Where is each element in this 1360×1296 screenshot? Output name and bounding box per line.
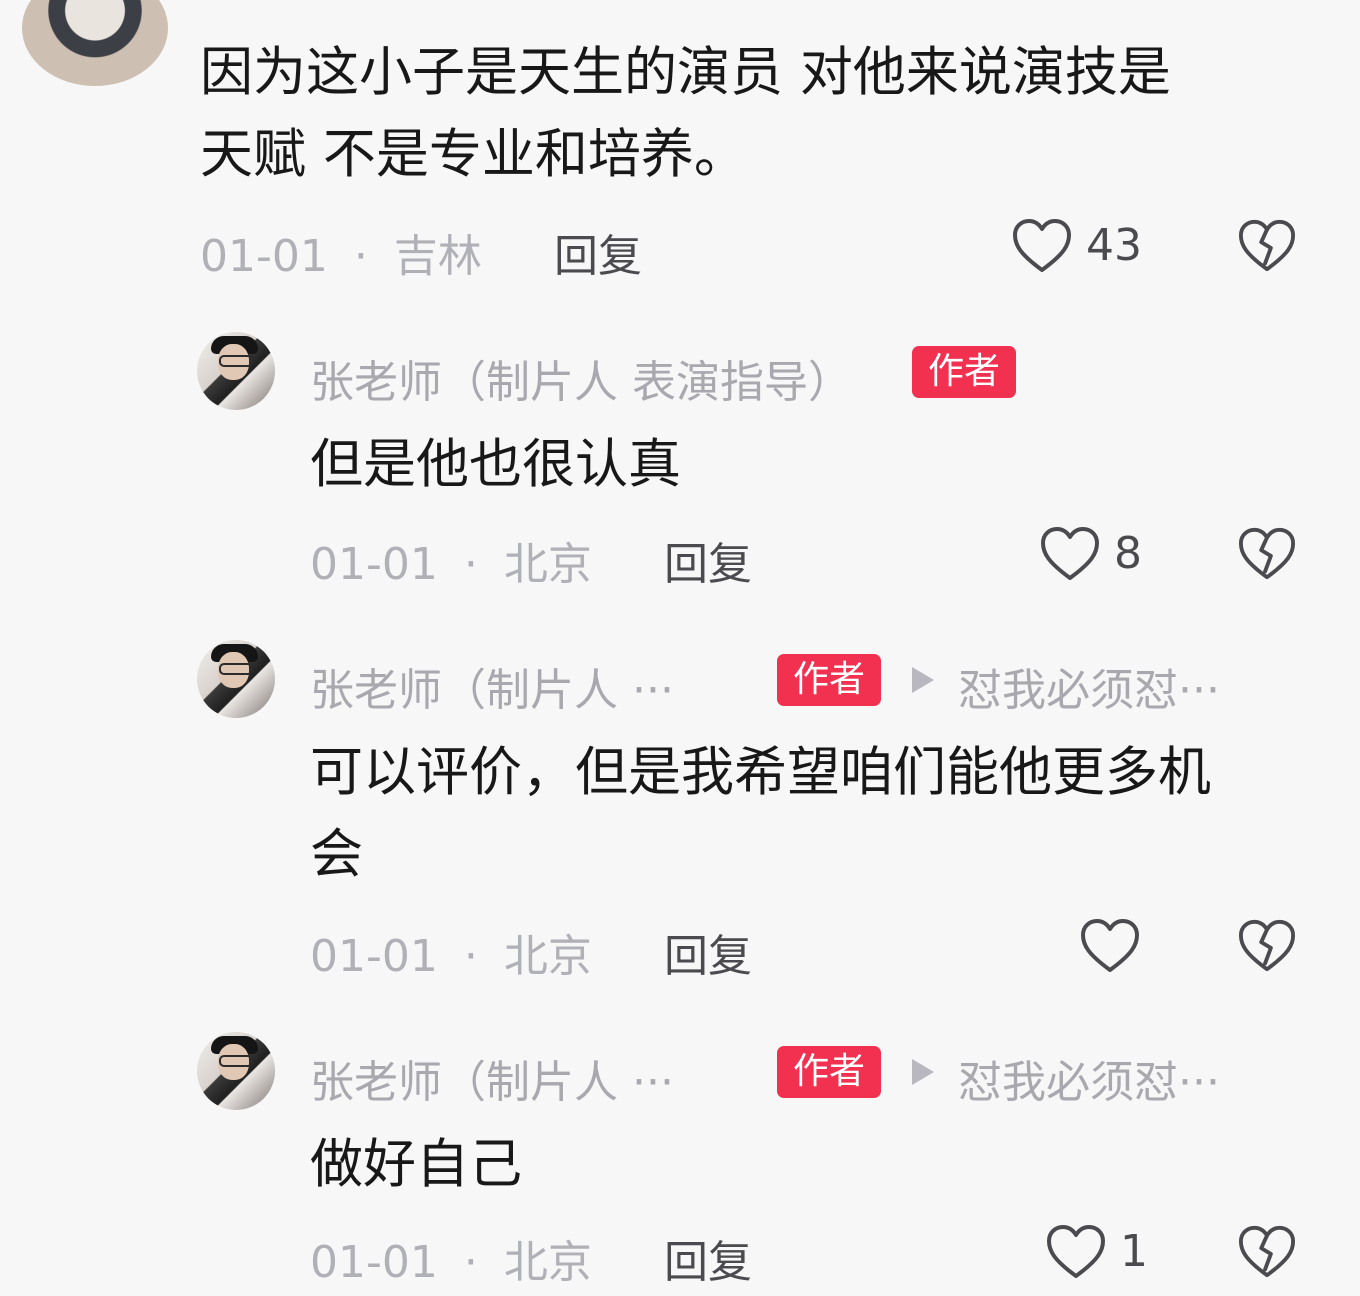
reply-text-line-2: 会 (310, 824, 363, 885)
reply-author-name[interactable]: 张老师（制片人 表演指导） (310, 346, 852, 410)
heart-outline-icon (1013, 219, 1071, 272)
play-triangle-icon (912, 1059, 934, 1085)
reply-text: 但是他也很认真 (310, 434, 681, 495)
reply-to-name[interactable]: 怼我必须怼··· (958, 654, 1220, 718)
reply-meta: 01-01 · 北京 (310, 528, 592, 592)
reply-author-name[interactable]: 张老师（制片人 ··· (310, 654, 674, 718)
like-button[interactable] (1012, 218, 1072, 274)
author-avatar[interactable] (197, 332, 275, 410)
reply-meta: 01-01 · 北京 (310, 920, 592, 984)
author-badge: 作者 (777, 1046, 882, 1098)
reply-to-name[interactable]: 怼我必须怼··· (958, 1046, 1220, 1110)
reply-button[interactable]: 回复 (554, 220, 642, 284)
play-triangle-icon (912, 667, 934, 693)
reply-author-name[interactable]: 张老师（制片人 ··· (310, 1046, 674, 1110)
author-badge: 作者 (777, 654, 882, 706)
reply-text-line-1: 可以评价，但是我希望咱们能他更多机 (310, 742, 1211, 803)
comment-text-line-2: 天赋 不是专业和培养。 (200, 124, 747, 185)
comment-text: 因为这小子是天生的演员 对他来说演技是 天赋 不是专业和培养。 (200, 32, 1320, 196)
comment-location: 吉林 (393, 231, 482, 282)
broken-heart-icon (1238, 919, 1296, 972)
meta-separator: · (463, 1237, 478, 1288)
dislike-button[interactable] (1238, 918, 1296, 974)
heart-outline-icon (1041, 527, 1099, 580)
heart-outline-icon (1047, 1225, 1105, 1278)
meta-separator: · (353, 231, 368, 282)
reply-meta: 01-01 · 北京 (310, 1226, 592, 1290)
author-avatar[interactable] (197, 1032, 275, 1110)
dislike-button[interactable] (1238, 526, 1296, 582)
reply-date: 01-01 (310, 1237, 438, 1288)
author-avatar[interactable] (197, 640, 275, 718)
reply-date: 01-01 (310, 931, 438, 982)
reply-text: 可以评价，但是我希望咱们能他更多机 会 (310, 732, 1320, 896)
reply-button[interactable]: 回复 (664, 528, 752, 592)
dislike-button[interactable] (1238, 218, 1296, 274)
comment-text-line-1: 因为这小子是天生的演员 对他来说演技是 (200, 42, 1171, 103)
like-button[interactable] (1040, 526, 1100, 582)
reply-text: 做好自己 (310, 1134, 522, 1195)
like-count: 8 (1114, 528, 1142, 579)
meta-separator: · (463, 931, 478, 982)
broken-heart-icon (1238, 1225, 1296, 1278)
reply-button[interactable]: 回复 (664, 920, 752, 984)
dislike-button[interactable] (1238, 1224, 1296, 1280)
like-count: 43 (1086, 220, 1142, 271)
reply-location: 北京 (503, 539, 592, 590)
comment-date: 01-01 (200, 231, 328, 282)
broken-heart-icon (1238, 527, 1296, 580)
reply-button[interactable]: 回复 (664, 1226, 752, 1290)
comment-meta: 01-01 · 吉林 (200, 220, 482, 284)
like-button[interactable] (1080, 918, 1140, 974)
broken-heart-icon (1238, 219, 1296, 272)
meta-separator: · (463, 539, 478, 590)
like-button[interactable] (1046, 1224, 1106, 1280)
heart-outline-icon (1081, 919, 1139, 972)
reply-location: 北京 (503, 1237, 592, 1288)
like-count: 1 (1120, 1226, 1148, 1277)
reply-location: 北京 (503, 931, 592, 982)
commenter-avatar[interactable] (22, 0, 168, 86)
reply-date: 01-01 (310, 539, 438, 590)
author-badge: 作者 (912, 346, 1017, 398)
